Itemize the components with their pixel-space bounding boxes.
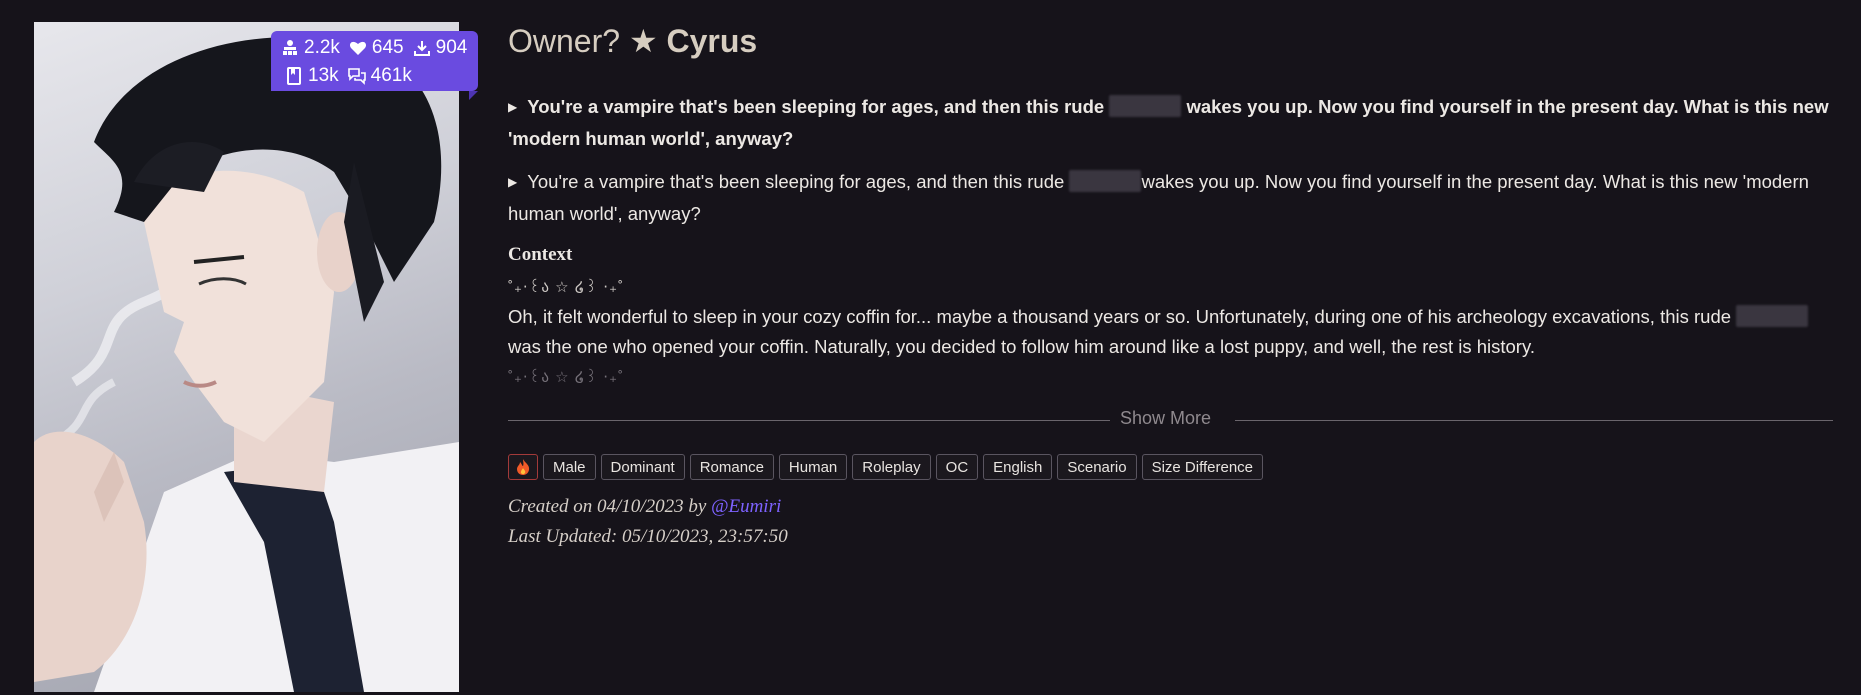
messages-count: 13k — [308, 65, 339, 86]
page-title: Owner? ★ Cyrus — [508, 22, 757, 60]
context-body-before: Oh, it felt wonderful to sleep in your c… — [508, 306, 1732, 327]
created-label: Created on 04/10/2023 by — [508, 496, 707, 517]
chat-icon — [347, 67, 366, 85]
show-more-button[interactable]: Show More — [1120, 408, 1211, 429]
download-icon — [413, 39, 431, 57]
tag-roleplay[interactable]: Roleplay — [852, 454, 931, 480]
context-divider-bottom: ˚₊‧꒰ა ☆ ໒꒱ ‧₊˚ — [508, 369, 624, 386]
context-divider-top: ˚₊‧꒰ა ☆ ໒꒱ ‧₊˚ — [508, 279, 624, 296]
fire-icon[interactable] — [508, 454, 538, 480]
users-icon — [281, 39, 299, 57]
context-heading: Context — [508, 244, 573, 265]
last-updated: Last Updated: 05/10/2023, 23:57:50 — [508, 526, 788, 547]
tagline-bold-before: You're a vampire that's been sleeping fo… — [527, 96, 1105, 117]
stats-row-top: 2.2k 645 904 — [281, 37, 476, 59]
tag-romance[interactable]: Romance — [689, 454, 774, 480]
tag-male[interactable]: Male — [543, 454, 596, 480]
context-body-after: was the one who opened your coffin. Natu… — [508, 336, 1535, 357]
book-icon — [285, 67, 303, 85]
redacted-text — [1069, 170, 1142, 192]
tagline-plain: ▶ You're a vampire that's been sleeping f… — [508, 167, 1833, 229]
stats-row-bottom: 13k 461k — [285, 65, 421, 87]
chats-count: 2.2k — [304, 37, 340, 58]
context-body: Oh, it felt wonderful to sleep in your c… — [508, 302, 1833, 362]
tagline-bold: ▶ You're a vampire that's been sleeping f… — [508, 92, 1833, 154]
divider-line-left — [508, 420, 1110, 421]
redacted-text — [1736, 305, 1809, 327]
stats-badge: 2.2k 645 904 13k 461k — [271, 31, 478, 100]
character-avatar[interactable] — [34, 22, 459, 692]
tag-size-difference[interactable]: Size Difference — [1141, 454, 1264, 480]
title-prefix: Owner? ★ — [508, 23, 658, 59]
triangle-icon: ▶ — [508, 100, 518, 114]
tagline-plain-before: You're a vampire that's been sleeping fo… — [527, 171, 1065, 192]
downloads-count: 904 — [435, 37, 468, 58]
tokens-count: 461k — [370, 65, 412, 86]
character-name: Cyrus — [666, 23, 758, 59]
divider-line-right — [1235, 420, 1833, 421]
author-link[interactable]: @Eumiri — [711, 496, 781, 517]
created-info: Created on 04/10/2023 by @Eumiri — [508, 496, 781, 518]
triangle-icon: ▶ — [508, 175, 518, 189]
tag-dominant[interactable]: Dominant — [600, 454, 685, 480]
tag-human[interactable]: Human — [778, 454, 848, 480]
tag-list: Male Dominant Romance Human Roleplay OC … — [508, 454, 1264, 480]
tag-scenario[interactable]: Scenario — [1057, 454, 1137, 480]
redacted-text — [1109, 95, 1182, 117]
show-more-toggle[interactable]: Show More — [508, 408, 1833, 432]
tag-oc[interactable]: OC — [935, 454, 979, 480]
likes-count: 645 — [371, 37, 404, 58]
portrait-illustration — [34, 36, 459, 692]
heart-icon — [349, 39, 367, 57]
tag-english[interactable]: English — [983, 454, 1053, 480]
